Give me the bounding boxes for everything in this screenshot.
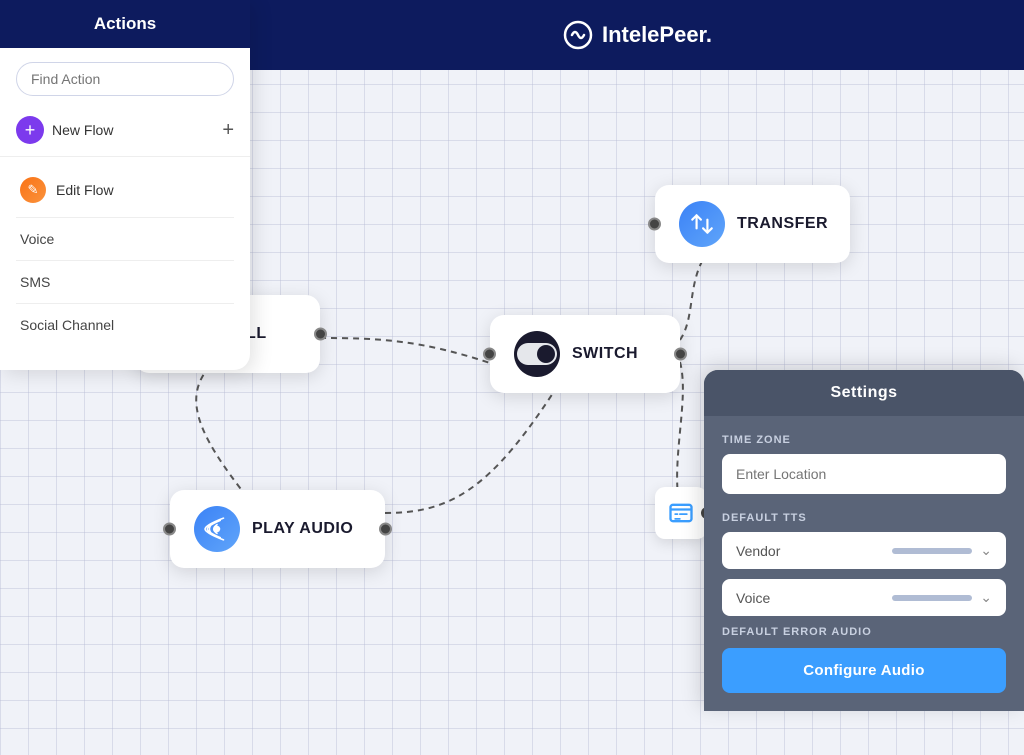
settings-panel: Settings TIME ZONE DEFAULT TTS Vendor ⌄ … bbox=[704, 370, 1024, 711]
new-flow-plus-button[interactable]: + bbox=[222, 119, 234, 142]
switch-label: SWITCH bbox=[572, 345, 638, 363]
sidebar-item-edit-flow[interactable]: ✎ Edit Flow bbox=[0, 167, 250, 213]
search-input[interactable] bbox=[16, 62, 234, 96]
sidebar-title: Actions bbox=[0, 0, 250, 48]
play-audio-icon bbox=[194, 506, 240, 552]
edit-flow-label: Edit Flow bbox=[56, 182, 114, 198]
vendor-value: ⌄ bbox=[892, 542, 992, 559]
menu-divider-3 bbox=[16, 303, 234, 304]
timezone-label: TIME ZONE bbox=[722, 434, 1006, 446]
vendor-label: Vendor bbox=[736, 543, 780, 559]
settings-body: TIME ZONE DEFAULT TTS Vendor ⌄ Voice ⌄ D… bbox=[704, 416, 1024, 711]
voice-bar bbox=[892, 595, 972, 601]
vendor-bar bbox=[892, 548, 972, 554]
vendor-chevron: ⌄ bbox=[980, 542, 992, 559]
transfer-icon bbox=[679, 201, 725, 247]
transfer-label: TRANSFER bbox=[737, 215, 828, 233]
new-flow-row[interactable]: + New Flow + bbox=[0, 110, 250, 157]
search-container bbox=[16, 62, 234, 96]
sidebar-menu: ✎ Edit Flow Voice SMS Social Channel bbox=[0, 157, 250, 352]
voice-value: ⌄ bbox=[892, 589, 992, 606]
configure-audio-button[interactable]: Configure Audio bbox=[722, 648, 1006, 693]
settings-title: Settings bbox=[704, 370, 1024, 416]
switch-node[interactable]: SWITCH bbox=[490, 315, 680, 393]
sidebar-item-social-channel[interactable]: Social Channel bbox=[0, 308, 250, 342]
transfer-node[interactable]: TRANSFER bbox=[655, 185, 850, 263]
menu-divider-2 bbox=[16, 260, 234, 261]
voice-chevron: ⌄ bbox=[980, 589, 992, 606]
tts-label: DEFAULT TTS bbox=[722, 512, 1006, 524]
play-audio-label: PLAY AUDIO bbox=[252, 520, 353, 538]
voice-label: Voice bbox=[736, 590, 770, 606]
play-audio-node[interactable]: PLAY AUDIO bbox=[170, 490, 385, 568]
transfer-left-dot bbox=[648, 218, 661, 231]
play-right-dot bbox=[379, 523, 392, 536]
sidebar-item-voice[interactable]: Voice bbox=[0, 222, 250, 256]
header-bar: IntelePeer. bbox=[250, 0, 1024, 70]
small-node[interactable] bbox=[655, 487, 707, 539]
edit-flow-icon: ✎ bbox=[20, 177, 46, 203]
timezone-input[interactable] bbox=[722, 454, 1006, 494]
menu-divider-1 bbox=[16, 217, 234, 218]
logo: IntelePeer. bbox=[562, 19, 712, 51]
play-left-dot bbox=[163, 523, 176, 536]
logo-text: IntelePeer. bbox=[602, 22, 712, 48]
switch-icon bbox=[514, 331, 560, 377]
voice-select-row[interactable]: Voice ⌄ bbox=[722, 579, 1006, 616]
sidebar: Actions + New Flow + ✎ Edit Flow Voice S… bbox=[0, 0, 250, 370]
icall-right-dot bbox=[314, 328, 327, 341]
vendor-select-row[interactable]: Vendor ⌄ bbox=[722, 532, 1006, 569]
switch-left-dot bbox=[483, 348, 496, 361]
sidebar-item-sms[interactable]: SMS bbox=[0, 265, 250, 299]
new-flow-icon: + bbox=[16, 116, 44, 144]
switch-right-dot bbox=[674, 348, 687, 361]
new-flow-label: New Flow bbox=[52, 122, 214, 138]
error-audio-label: DEFAULT ERROR AUDIO bbox=[722, 626, 1006, 638]
